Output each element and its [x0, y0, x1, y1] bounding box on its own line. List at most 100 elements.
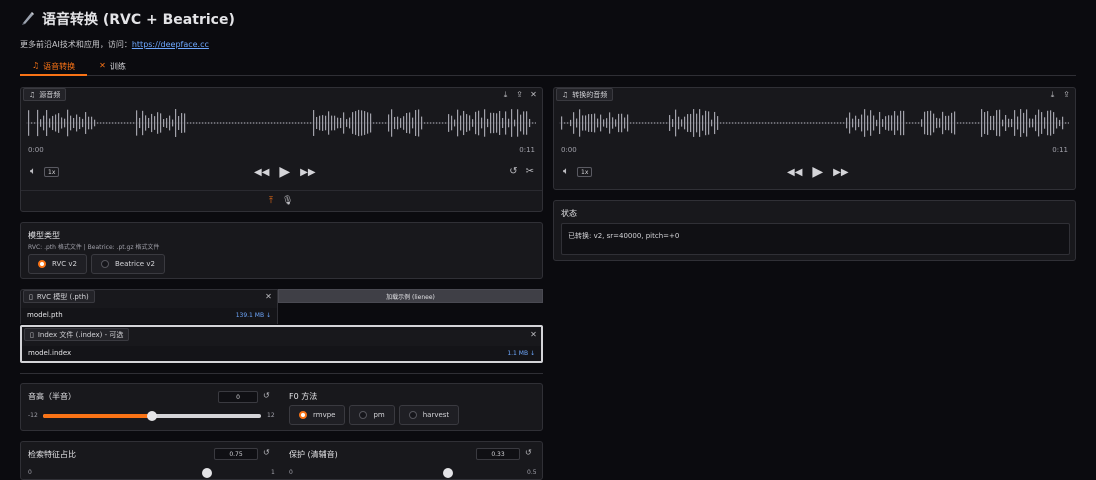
file-size-download[interactable]: 139.1 MB ↓ — [236, 312, 271, 319]
waveform-bar — [55, 114, 57, 132]
waveform-bar — [97, 122, 99, 124]
waveform-bar — [864, 109, 866, 137]
tab-training[interactable]: ✕ 训练 — [87, 57, 138, 76]
waveform-bar — [657, 122, 659, 124]
waveform-bar — [669, 115, 671, 131]
file-size-download[interactable]: 1.1 MB ↓ — [507, 350, 535, 357]
waveform-bar — [735, 122, 737, 124]
protect-number-input[interactable]: 0.33 — [476, 448, 520, 460]
play-icon[interactable]: ▶ — [279, 164, 290, 180]
waveform-bar — [855, 115, 857, 131]
waveform-bar — [100, 122, 102, 124]
reset-icon[interactable]: ↺ — [263, 391, 270, 400]
microphone-icon[interactable]: 🎙︎ — [282, 196, 293, 206]
close-icon[interactable]: ✕ — [528, 329, 539, 340]
slider-min: -12 — [28, 412, 38, 419]
waveform-bar — [484, 109, 486, 137]
waveform-bar — [121, 122, 123, 124]
waveform-bar — [400, 118, 402, 128]
waveform-bar — [436, 122, 438, 124]
tab-voice-conversion[interactable]: ♫ 语音转换 — [20, 57, 88, 76]
waveform-bar — [82, 118, 84, 128]
waveform-bar — [130, 122, 132, 124]
playback-speed-button[interactable]: 1x — [577, 166, 593, 177]
waveform-bar — [424, 122, 426, 124]
website-link[interactable]: https://deepface.cc — [132, 40, 209, 49]
waveform-bar — [927, 110, 929, 136]
play-icon[interactable]: ▶ — [812, 164, 823, 180]
source-waveform[interactable] — [26, 106, 536, 140]
waveform-bar — [427, 122, 429, 124]
pitch-number-input[interactable]: 0 — [218, 391, 258, 403]
waveform-bar — [576, 118, 578, 128]
waveform-bar — [780, 122, 782, 124]
radio-rvc-v2[interactable]: RVC v2 — [28, 254, 87, 274]
rewind-icon[interactable]: ◀◀ — [787, 167, 802, 178]
share-icon[interactable]: ⇪ — [1061, 89, 1072, 100]
slider-thumb[interactable] — [201, 468, 212, 478]
waveform-bar — [699, 109, 701, 137]
label-text: Index 文件 (.index) - 可选 — [37, 330, 124, 339]
waveform-bar — [316, 116, 318, 130]
reset-icon[interactable]: ↺ — [525, 448, 532, 457]
waveform-bar — [939, 118, 941, 128]
waveform-bar — [771, 122, 773, 124]
converted-waveform[interactable] — [559, 106, 1069, 140]
waveform-bar — [810, 122, 812, 124]
download-icon[interactable]: ⤓ — [1047, 89, 1058, 100]
waveform-bar — [795, 122, 797, 124]
close-icon[interactable]: ✕ — [528, 89, 539, 100]
waveform-bar — [109, 122, 111, 124]
fast-forward-icon[interactable]: ▶▶ — [833, 167, 848, 178]
protect-label: 保护 (清辅音) — [289, 450, 338, 459]
radio-pm[interactable]: pm — [349, 405, 395, 425]
radio-beatrice-v2[interactable]: Beatrice v2 — [90, 254, 165, 274]
undo-icon[interactable]: ↺ — [509, 166, 517, 177]
waveform-bar — [963, 122, 965, 124]
reset-icon[interactable]: ↺ — [263, 448, 270, 457]
load-example-button[interactable]: 加载示例 (lienee) — [278, 289, 543, 303]
upload-icon[interactable]: ⤒ — [269, 196, 273, 206]
waveform-bar — [564, 122, 566, 124]
playback-speed-button[interactable]: 1x — [44, 166, 60, 177]
waveform-bar — [570, 119, 572, 127]
waveform-bar — [304, 122, 306, 124]
status-panel: 状态 已转换: v2, sr=40000, pitch=+0 — [553, 200, 1076, 261]
waveform-bar — [337, 117, 339, 129]
volume-icon[interactable]: 🔈︎ — [30, 166, 36, 177]
waveform-bar — [987, 111, 989, 135]
scissors-icon[interactable]: ✂ — [526, 166, 534, 177]
index-ratio-number-input[interactable]: 0.75 — [214, 448, 258, 460]
close-icon[interactable]: ✕ — [263, 291, 274, 302]
waveform-bar — [765, 122, 767, 124]
share-icon[interactable]: ⇪ — [514, 89, 525, 100]
waveform-bar — [169, 115, 171, 131]
waveform-bar — [825, 122, 827, 124]
waveform-bar — [777, 122, 779, 124]
slider-min: 0 — [289, 469, 293, 476]
waveform-bar — [148, 117, 150, 129]
radio-harvest[interactable]: harvest — [398, 405, 460, 425]
rewind-icon[interactable]: ◀◀ — [254, 167, 269, 178]
waveform-bar — [286, 122, 288, 124]
waveform-bar — [717, 116, 719, 130]
radio-indicator — [408, 411, 417, 419]
waveform-bar — [1050, 110, 1052, 136]
edit-controls: ↺ ✂ — [509, 166, 534, 177]
waveform-bar — [154, 116, 156, 130]
radio-rmvpe[interactable]: rmvpe — [289, 405, 346, 425]
volume-icon[interactable]: 🔈︎ — [563, 166, 569, 177]
fast-forward-icon[interactable]: ▶▶ — [300, 167, 315, 178]
waveform-bar — [645, 122, 647, 124]
waveform-bar — [517, 109, 519, 137]
download-icon[interactable]: ⤓ — [500, 89, 511, 100]
waveform-bar — [702, 115, 704, 131]
waveform-bar — [283, 122, 285, 124]
waveform-bar — [37, 109, 39, 137]
slider-thumb[interactable] — [147, 411, 157, 421]
waveform-bar — [801, 122, 803, 124]
slider-thumb[interactable] — [442, 468, 453, 478]
waveform-bar — [639, 122, 641, 124]
waveform-bar — [870, 110, 872, 136]
waveform-bar — [310, 122, 312, 124]
